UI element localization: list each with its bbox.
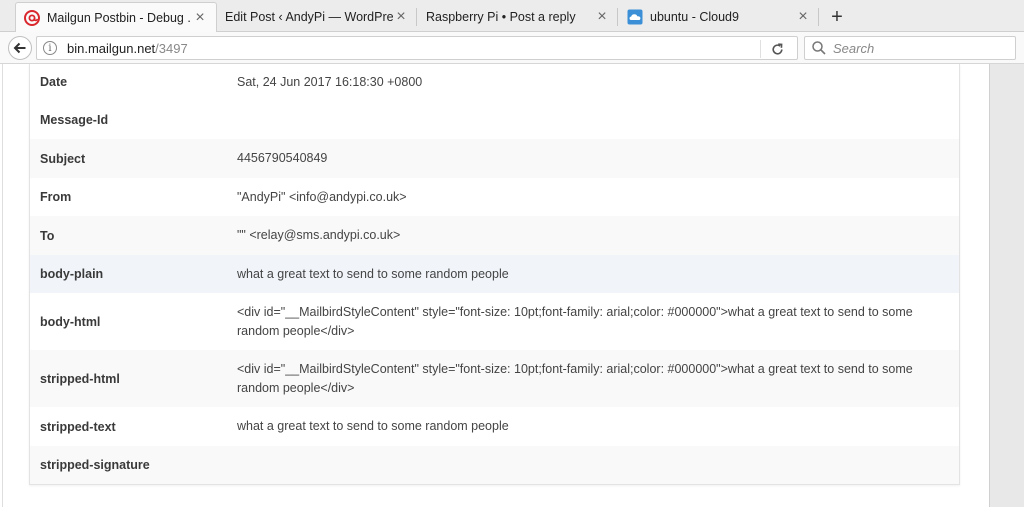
field-name: stripped-signature xyxy=(40,458,150,472)
table-row: stripped-signature xyxy=(30,446,959,484)
field-value: what a great text to send to some random… xyxy=(237,266,509,281)
search-input[interactable] xyxy=(833,40,1003,56)
cloud9-icon xyxy=(627,9,643,25)
address-bar[interactable]: i bin.mailgun.net/3497 xyxy=(36,36,798,60)
field-value: "AndyPi" <info@andypi.co.uk> xyxy=(237,189,407,204)
page-content: Date Sat, 24 Jun 2017 16:18:30 +0800 Mes… xyxy=(0,64,1024,507)
tab-title: Raspberry Pi • Post a reply xyxy=(426,10,576,24)
search-bar[interactable] xyxy=(804,36,1016,60)
field-value: <div id="__MailbirdStyleContent" style="… xyxy=(237,304,913,338)
tab-separator xyxy=(617,8,618,26)
field-value: 4456790540849 xyxy=(237,151,328,165)
table-row: Message-Id xyxy=(30,100,959,139)
tab-wordpress[interactable]: Edit Post ‹ AndyPi — WordPress × xyxy=(217,2,417,32)
page-left-border xyxy=(2,64,3,507)
back-arrow-icon xyxy=(13,42,26,54)
field-name: Date xyxy=(40,75,68,89)
url-host: bin.mailgun.net xyxy=(67,40,156,56)
close-tab-icon[interactable]: × xyxy=(795,9,811,25)
tab-strip: Mailgun Postbin - Debug ... × Edit Post … xyxy=(0,0,1024,32)
close-tab-icon[interactable]: × xyxy=(192,9,208,26)
address-url[interactable]: bin.mailgun.net/3497 xyxy=(67,41,188,56)
reload-icon[interactable] xyxy=(769,41,785,57)
field-name: Subject xyxy=(40,151,86,166)
message-details-table: Date Sat, 24 Jun 2017 16:18:30 +0800 Mes… xyxy=(29,64,960,485)
table-row: Subject 4456790540849 xyxy=(30,139,959,178)
search-icon xyxy=(812,41,826,55)
field-name: body-html xyxy=(40,314,101,329)
table-row: stripped-text what a great text to send … xyxy=(30,407,959,446)
close-tab-icon[interactable]: × xyxy=(393,9,409,25)
page-scroll-gutter xyxy=(989,64,1024,507)
new-tab-button[interactable]: + xyxy=(826,6,848,28)
tab-title: ubuntu - Cloud9 xyxy=(650,10,739,24)
table-row: stripped-html <div id="__MailbirdStyleCo… xyxy=(30,350,959,407)
field-value: "" <relay@sms.andypi.co.uk> xyxy=(237,228,401,242)
table-row: From "AndyPi" <info@andypi.co.uk> xyxy=(30,178,959,216)
table-row: To "" <relay@sms.andypi.co.uk> xyxy=(30,216,959,255)
table-row: Date Sat, 24 Jun 2017 16:18:30 +0800 xyxy=(30,64,959,100)
table-row: body-html <div id="__MailbirdStyleConten… xyxy=(30,293,959,350)
site-info-icon[interactable]: i xyxy=(43,41,57,55)
field-value: <div id="__MailbirdStyleContent" style="… xyxy=(237,361,913,395)
field-name: stripped-text xyxy=(40,419,116,434)
field-name: Message-Id xyxy=(40,112,109,127)
field-name: body-plain xyxy=(40,267,104,281)
back-button[interactable] xyxy=(8,36,32,60)
reload-separator xyxy=(760,40,761,58)
tab-title: Edit Post ‹ AndyPi — WordPress xyxy=(225,10,393,24)
tab-cloud9[interactable]: ubuntu - Cloud9 × xyxy=(619,2,819,32)
mailgun-icon xyxy=(24,9,40,26)
tab-title: Mailgun Postbin - Debug ... xyxy=(47,10,192,25)
field-name: stripped-html xyxy=(40,371,120,386)
table-row: body-plain what a great text to send to … xyxy=(30,255,959,293)
field-name: To xyxy=(40,228,55,243)
field-value: Sat, 24 Jun 2017 16:18:30 +0800 xyxy=(237,74,423,89)
tab-mailgun-postbin[interactable]: Mailgun Postbin - Debug ... × xyxy=(15,2,217,32)
tab-separator xyxy=(416,8,417,26)
tab-raspberry-pi[interactable]: Raspberry Pi • Post a reply × xyxy=(418,2,618,32)
field-name: From xyxy=(40,190,72,204)
url-path: /3497 xyxy=(155,40,188,56)
field-value: what a great text to send to some random… xyxy=(237,419,509,433)
refresh-icon xyxy=(771,42,783,55)
close-tab-icon[interactable]: × xyxy=(594,9,610,25)
tab-separator xyxy=(818,8,819,26)
